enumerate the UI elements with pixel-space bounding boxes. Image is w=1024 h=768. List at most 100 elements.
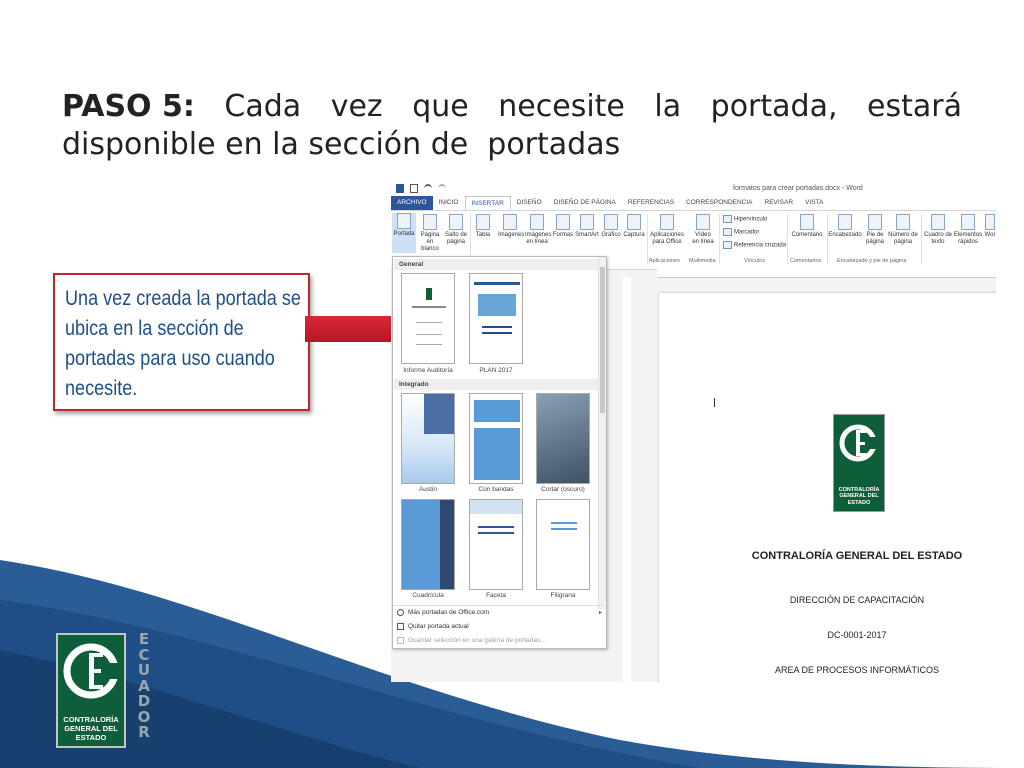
cover-thumb-faceta[interactable]: [469, 499, 523, 590]
group-label: Encabezado y pie de página: [837, 258, 907, 264]
smartart-button[interactable]: SmartArt: [575, 214, 599, 239]
more-covers-menu-item[interactable]: Más portadas de Office.com: [397, 609, 489, 616]
cover-label: Filigrana: [550, 592, 576, 599]
title-line-1: PASO 5: Cada vez que necesite la portada…: [62, 88, 962, 126]
save-gallery-icon: [397, 637, 404, 644]
shapes-button[interactable]: Formas: [551, 214, 575, 239]
button-label: Aplicaciones para Office: [650, 232, 684, 245]
gallery-scrollbar[interactable]: [598, 257, 606, 609]
footer-icon: [868, 214, 882, 230]
portada-button[interactable]: Portada: [392, 213, 416, 253]
cover-label: Con bandas: [478, 486, 514, 493]
screenshot-button[interactable]: Captura: [622, 214, 646, 239]
scrollbar-thumb[interactable]: [600, 267, 605, 413]
horizontal-ruler[interactable]: [657, 269, 996, 278]
video-icon: [696, 214, 710, 230]
button-label: Marcador: [734, 229, 760, 236]
logo-text: CONTRALORÍA GENERAL DEL ESTADO: [63, 715, 119, 742]
page-break-icon: [449, 214, 463, 230]
online-images-button[interactable]: Imágenes en línea: [525, 214, 551, 246]
tab-vista[interactable]: VISTA: [799, 196, 829, 210]
button-label: Cuadro de texto: [923, 232, 953, 245]
online-video-button[interactable]: Vídeo en línea: [691, 214, 715, 246]
table-button[interactable]: Tabla: [471, 214, 495, 239]
cover-label: Cortar (oscuro): [541, 486, 585, 493]
wordart-button[interactable]: Wor: [983, 214, 996, 239]
tab-correspondencia[interactable]: CORRESPONDENCIA: [680, 196, 758, 210]
cover-thumb-con-bandas[interactable]: [469, 393, 523, 484]
footer-button[interactable]: Pie de página: [863, 214, 887, 246]
tab-diseno-pagina[interactable]: DISEÑO DE PÁGINA: [548, 196, 622, 210]
text-cursor: [714, 398, 715, 407]
cover-thumb-cuadricula[interactable]: [401, 499, 455, 590]
hyperlink-button[interactable]: Hipervínculo: [723, 215, 767, 223]
cover-thumb-austin[interactable]: [401, 393, 455, 484]
cover-thumb-filigrana[interactable]: [536, 499, 590, 590]
wordart-icon: [985, 214, 995, 230]
tab-archivo[interactable]: ARCHIVO: [391, 196, 433, 210]
image-icon: [503, 214, 517, 230]
button-label: Tabla: [475, 232, 491, 238]
blank-page-icon: [423, 214, 437, 230]
button-label: Salto de página: [444, 232, 468, 245]
blank-page-button[interactable]: Página en blanco: [418, 214, 442, 253]
camera-icon: [627, 214, 641, 230]
undo-icon[interactable]: [424, 184, 432, 193]
bookmark-button[interactable]: Marcador: [723, 228, 759, 236]
tab-referencias[interactable]: REFERENCIAS: [622, 196, 680, 210]
office-store-icon: [660, 214, 674, 230]
tab-insertar[interactable]: INSERTAR: [464, 196, 511, 210]
vertical-ruler[interactable]: [623, 277, 631, 682]
cover-label: Informe Auditoría: [403, 367, 453, 374]
text-box-icon: [931, 214, 945, 230]
document-page[interactable]: CONTRALORÍA GENERAL DEL ESTADO CONTRALOR…: [659, 293, 996, 682]
shapes-icon: [556, 214, 570, 230]
tab-inicio[interactable]: INICIO: [433, 196, 465, 210]
redo-icon[interactable]: [438, 184, 446, 193]
separator: [719, 214, 720, 264]
comment-button[interactable]: Comentario: [789, 214, 825, 239]
save-selection-menu-item[interactable]: Guardar selección en una galería de port…: [397, 637, 546, 644]
menu-divider: [393, 605, 604, 606]
chart-button[interactable]: Gráfico: [599, 214, 623, 239]
cover-thumb-informe-auditoria[interactable]: [401, 273, 455, 364]
document-dept: DIRECCIÓN DE CAPACITACIÓN: [789, 595, 925, 605]
title-word: vez: [330, 89, 383, 124]
remove-page-icon: [397, 623, 404, 630]
remove-cover-menu-item[interactable]: Quitar portada actual: [397, 623, 469, 630]
page-break-button[interactable]: Salto de página: [444, 214, 468, 246]
group-label: Comentarios: [790, 258, 822, 264]
button-label: Formas: [552, 232, 574, 238]
button-label: Número de página: [888, 232, 918, 245]
country-letter: R: [138, 723, 150, 741]
tab-revisar[interactable]: REVISAR: [759, 196, 800, 210]
title-word: la: [654, 89, 682, 124]
table-icon: [476, 214, 490, 230]
chart-icon: [604, 214, 618, 230]
office-apps-button[interactable]: Aplicaciones para Office: [649, 214, 685, 246]
images-button[interactable]: Imágenes: [498, 214, 524, 239]
quick-parts-icon: [961, 214, 975, 230]
cross-reference-icon: [723, 241, 732, 249]
cover-thumb-cortar-oscuro[interactable]: [536, 393, 590, 484]
bookmark-icon: [723, 228, 732, 236]
button-label: Encabezado: [828, 232, 862, 238]
button-label: Página en blanco: [420, 232, 440, 252]
tab-diseno[interactable]: DISEÑO: [511, 196, 548, 210]
text-box-button[interactable]: Cuadro de texto: [923, 214, 953, 246]
separator: [787, 214, 788, 264]
contraloria-logo: CONTRALORÍA GENERAL DEL ESTADO: [56, 633, 126, 748]
globe-icon: [397, 609, 404, 616]
cover-thumb-plan-2017[interactable]: [469, 273, 523, 364]
page-number-button[interactable]: Número de página: [888, 214, 918, 246]
cross-reference-button[interactable]: Referencia cruzada: [723, 241, 786, 249]
title-word: portada,: [710, 89, 838, 124]
group-label: Multimedia: [689, 258, 716, 264]
cover-label: Cuadrícula: [412, 592, 444, 599]
quick-parts-button[interactable]: Elementos rápidos: [953, 214, 983, 246]
ribbon-tabs: ARCHIVO INICIO INSERTAR DISEÑO DISEÑO DE…: [391, 196, 996, 211]
country-vertical-text: E C U A D O R: [135, 631, 153, 741]
save-icon[interactable]: [410, 184, 418, 193]
header-button[interactable]: Encabezado: [828, 214, 862, 239]
document-area: AREA DE PROCESOS INFORMÁTICOS: [774, 665, 940, 675]
